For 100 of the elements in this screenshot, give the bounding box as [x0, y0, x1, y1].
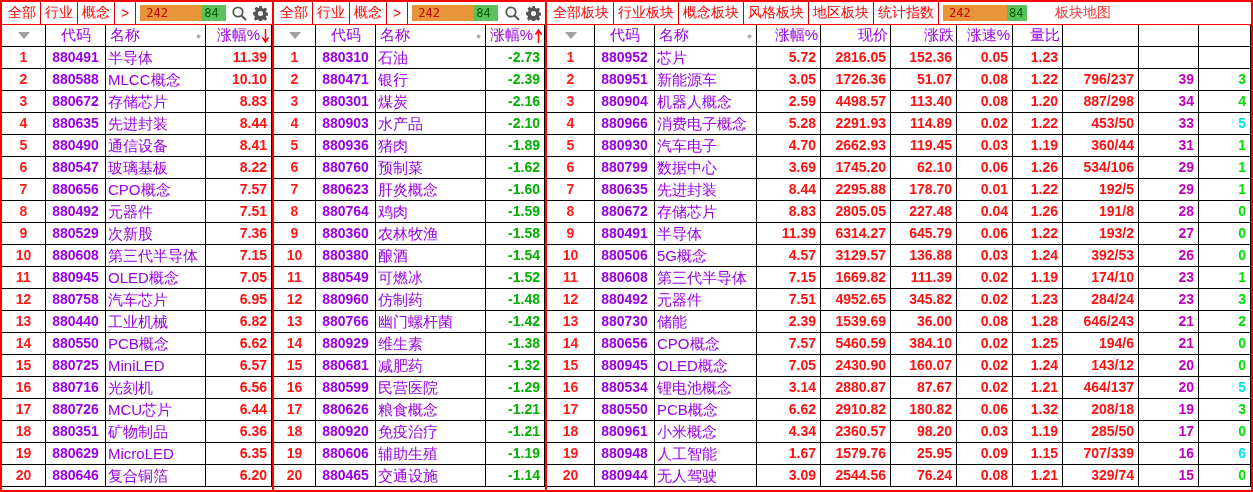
table-cell: 1.23	[1013, 289, 1063, 311]
table-cell: 160.07	[891, 355, 957, 377]
table-cell: -1.21	[486, 421, 545, 443]
name-cell: 元器件	[655, 289, 757, 311]
name-cell: 第三代半导体	[106, 245, 206, 267]
name-cell: 汽车芯片	[106, 289, 206, 311]
table-cell: 345.82	[891, 289, 957, 311]
table-cell: -1.60	[486, 179, 545, 201]
table-cell: 51.07	[891, 69, 957, 91]
table-cell: 25.95	[891, 443, 957, 465]
table-cell: 0.02	[957, 333, 1013, 355]
table-cell: 174/10	[1063, 267, 1139, 289]
name-cell: 辅助生殖	[376, 443, 486, 465]
code-cell: 880672	[46, 91, 106, 113]
column-header[interactable]: 代码	[60, 26, 91, 45]
name-cell: CPO概念	[106, 179, 206, 201]
table-cell: -1.14	[486, 465, 545, 487]
table-cell: 2805.05	[821, 201, 891, 223]
resize-handle-icon	[196, 34, 201, 39]
table-cell: 2295.88	[821, 179, 891, 201]
column-header[interactable]: 代码	[609, 26, 640, 45]
map-link[interactable]: 板块地图	[1055, 4, 1111, 22]
column-header[interactable]: 名称	[110, 26, 140, 45]
code-cell: 880491	[46, 47, 106, 69]
column-header[interactable]: 涨跌	[924, 26, 954, 45]
code-cell: 880944	[595, 465, 655, 487]
table-cell: 180.82	[891, 399, 957, 421]
table-cell: 0.03	[957, 135, 1013, 157]
code-cell: 880492	[46, 201, 106, 223]
code-cell: 880490	[46, 135, 106, 157]
code-cell: 880945	[46, 267, 106, 289]
table-cell: 1579.76	[821, 443, 891, 465]
empty-cell	[1139, 47, 1199, 69]
table-cell: 8.83	[206, 91, 272, 113]
code-cell: 880726	[46, 399, 106, 421]
row-number: 16	[2, 377, 46, 399]
column-header[interactable]: 涨幅%	[774, 26, 818, 45]
table-cell: -1.62	[486, 157, 545, 179]
table-cell: 1.21	[1013, 377, 1063, 399]
row-number: 5	[547, 135, 595, 157]
search-icon[interactable]	[505, 5, 520, 21]
column-header[interactable]: 量比	[1030, 26, 1060, 45]
table-cell: 1.25	[1013, 333, 1063, 355]
table-cell: 10.10	[206, 69, 272, 91]
row-number: 20	[2, 465, 46, 487]
code-cell: 880629	[46, 443, 106, 465]
table-cell: 0.02	[957, 289, 1013, 311]
table-cell: 7.05	[206, 267, 272, 289]
row-number: 15	[2, 355, 46, 377]
table-cell: 2.59	[757, 91, 821, 113]
column-header[interactable]: 代码	[330, 26, 361, 45]
dropdown-triangle-icon[interactable]	[17, 32, 30, 39]
table-cell: 464/137	[1063, 377, 1139, 399]
row-number: 20	[274, 465, 316, 487]
table-cell: 0.02	[957, 113, 1013, 135]
table-cell: 0	[1199, 355, 1251, 377]
column-header[interactable]: 名称	[659, 26, 689, 45]
code-cell: 880766	[316, 311, 376, 333]
dropdown-triangle-icon[interactable]	[564, 32, 577, 39]
row-number: 10	[2, 245, 46, 267]
search-icon[interactable]	[232, 5, 247, 21]
settings-icon[interactable]	[253, 5, 268, 21]
name-cell: 小米概念	[655, 421, 757, 443]
table-cell: -1.58	[486, 223, 545, 245]
table-cell: 152.36	[891, 47, 957, 69]
settings-icon[interactable]	[526, 5, 541, 21]
row-number: 13	[274, 311, 316, 333]
table-cell: 384.10	[891, 333, 957, 355]
row-number: 2	[2, 69, 46, 91]
rising-count: 242	[943, 5, 1007, 21]
table-cell: 1.19	[1013, 267, 1063, 289]
row-number: 16	[547, 377, 595, 399]
column-header[interactable]: 名称	[380, 26, 410, 45]
table-cell: -2.16	[486, 91, 545, 113]
row-number: 9	[2, 223, 46, 245]
table-cell: 33	[1139, 113, 1199, 135]
name-cell: 矿物制品	[106, 421, 206, 443]
dropdown-triangle-icon[interactable]	[288, 32, 301, 39]
code-cell: 880966	[595, 113, 655, 135]
name-cell: CPO概念	[655, 333, 757, 355]
table-cell: -2.10	[486, 113, 545, 135]
table-cell: 194/6	[1063, 333, 1139, 355]
table-cell: 8.22	[206, 157, 272, 179]
table-cell: 27	[1139, 223, 1199, 245]
name-cell: 煤炭	[376, 91, 486, 113]
name-cell: MLCC概念	[106, 69, 206, 91]
column-header[interactable]: 涨幅%	[489, 26, 533, 45]
row-number: 8	[274, 201, 316, 223]
table-cell: 23	[1139, 289, 1199, 311]
code-cell: 880549	[316, 267, 376, 289]
column-header[interactable]: 涨幅%	[216, 26, 260, 45]
name-cell: 数据中心	[655, 157, 757, 179]
table-cell: -1.32	[486, 355, 545, 377]
column-header[interactable]: 涨速%	[966, 26, 1010, 45]
row-number: 5	[274, 135, 316, 157]
name-cell: 元器件	[106, 201, 206, 223]
table-cell: 2880.87	[821, 377, 891, 399]
column-header[interactable]: 现价	[858, 26, 888, 45]
table-cell: 1.21	[1013, 465, 1063, 487]
table-cell: 6.20	[206, 465, 272, 487]
